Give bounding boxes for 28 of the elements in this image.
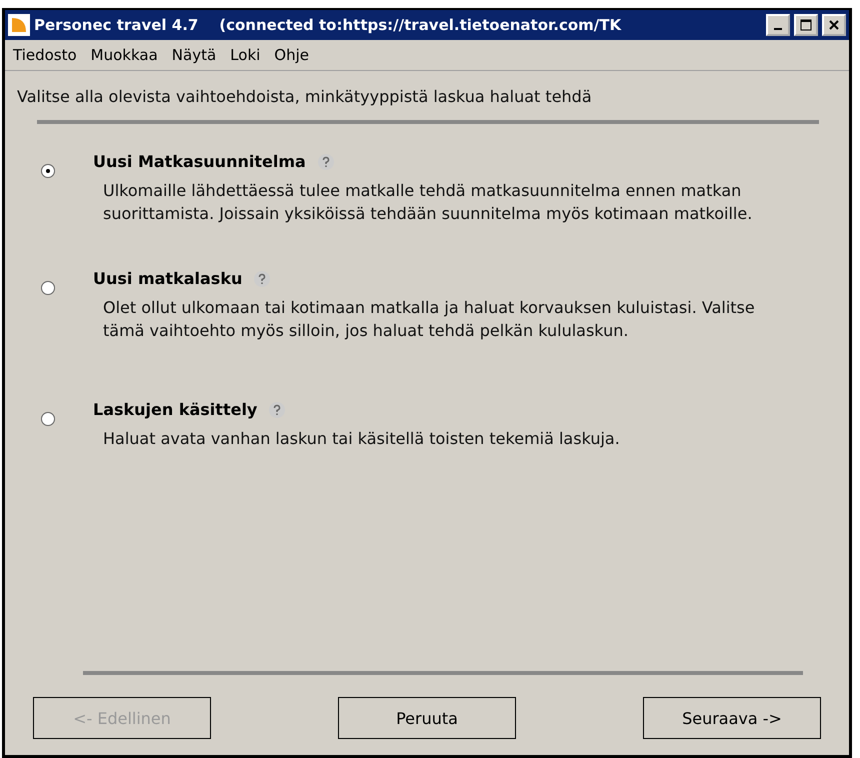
option-description: Ulkomaille lähdettäessä tulee matkalle tehdä matkasuunnitelma ennen matkan suorittamista. Joissain yksiköissä tehdään suunnitelma myös kotimaan matkoille. — [103, 180, 754, 225]
radio-button[interactable] — [41, 164, 55, 178]
help-icon[interactable] — [318, 154, 334, 170]
option-title: Laskujen käsittely — [93, 400, 258, 419]
maximize-button[interactable] — [794, 14, 818, 36]
option-title: Uusi matkalasku — [93, 269, 242, 288]
maximize-icon — [800, 19, 812, 31]
instruction-text: Valitse alla olevista vaihtoehdoista, minkätyyppistä laskua haluat tehdä — [17, 87, 593, 106]
menu-item[interactable]: Tiedosto — [13, 46, 77, 64]
option-description: Olet ollut ulkomaan tai kotimaan matkalla ja haluat korvauksen kuluistasi. Valitse tämä vaihtoehto myös silloin, jos haluat tehdä pelkän kululaskun. — [103, 297, 756, 342]
app-logo-icon — [8, 14, 30, 36]
dialog-button[interactable]: Peruuta — [338, 697, 516, 739]
minimize-icon — [774, 28, 782, 30]
option-title: Uusi Matkasuunnitelma — [93, 152, 306, 171]
close-button[interactable] — [822, 14, 846, 36]
menu-item[interactable]: Muokkaa — [90, 46, 158, 64]
radio-button[interactable] — [41, 281, 55, 295]
window-title: Personec travel 4.7 (connected to:https://travel.tietoenator.com/TK — [34, 16, 622, 34]
minimize-button[interactable] — [766, 14, 790, 36]
menu-item[interactable]: Näytä — [172, 46, 216, 64]
option-description: Haluat avata vanhan laskun tai käsitellä toisten tekemiä laskuja. — [103, 428, 621, 450]
menu-item[interactable]: Ohje — [274, 46, 310, 64]
help-icon[interactable] — [254, 270, 270, 286]
help-icon[interactable] — [269, 402, 286, 418]
dialog-button[interactable]: Seuraava -> — [643, 697, 821, 739]
radio-button[interactable] — [41, 412, 55, 426]
menu-item[interactable]: Loki — [230, 46, 260, 64]
close-icon — [828, 19, 840, 31]
